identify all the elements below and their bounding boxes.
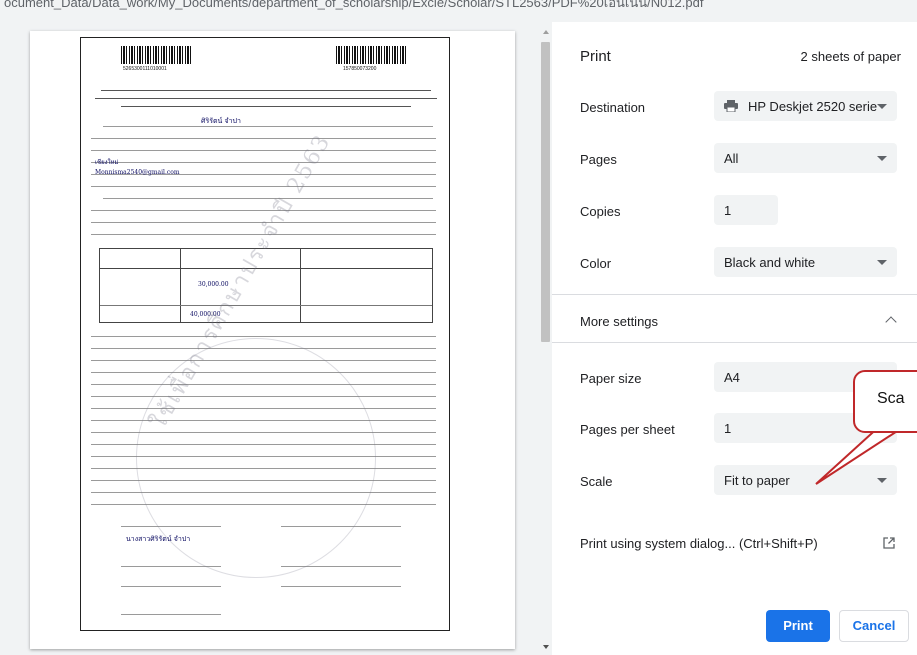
document-content: 5265300111010001 157850073200 ศิริรัตน์ … (80, 37, 450, 631)
signature-line (121, 614, 221, 615)
scrollbar-thumb[interactable] (541, 42, 550, 342)
paper-size-label: Paper size (580, 371, 642, 386)
table-row-divider (100, 305, 432, 306)
paper-size-value: A4 (724, 370, 740, 385)
color-value: Black and white (724, 255, 816, 270)
pages-label: Pages (580, 152, 617, 167)
callout-text: Sca (877, 390, 905, 407)
doc-line (103, 126, 433, 127)
copies-value: 1 (724, 203, 732, 218)
copies-input[interactable]: 1 (714, 195, 778, 225)
chevron-down-icon (877, 104, 887, 109)
destination-value: HP Deskjet 2520 serie (748, 99, 878, 114)
barcode-right (336, 46, 406, 64)
barcode-left (121, 46, 191, 64)
doc-line (91, 150, 436, 151)
cancel-button[interactable]: Cancel (839, 610, 909, 642)
doc-heading-line-1 (101, 90, 431, 91)
preview-page: 5265300111010001 157850073200 ศิริรัตน์ … (30, 31, 515, 649)
table-col-divider (180, 249, 181, 322)
doc-heading-line-3 (121, 106, 411, 107)
handwritten-district: เชียงใหม่ (95, 159, 119, 166)
divider (552, 294, 917, 295)
system-dialog-link[interactable]: Print using system dialog... (Ctrl+Shift… (580, 536, 818, 551)
print-settings-panel: Print 2 sheets of paper Destination HP D… (552, 22, 917, 655)
pages-per-sheet-value: 1 (724, 421, 732, 436)
doc-line (91, 138, 436, 139)
barcode-right-number: 157850073200 (343, 66, 377, 72)
destination-select[interactable]: HP Deskjet 2520 serie (714, 91, 897, 121)
signature-line (121, 586, 221, 587)
address-bar[interactable]: ocument_Data/Data_work/My_Documents/depa… (0, 0, 917, 22)
scale-label: Scale (580, 474, 613, 489)
address-text: ocument_Data/Data_work/My_Documents/depa… (4, 0, 704, 10)
print-preview-area: 5265300111010001 157850073200 ศิริรัตน์ … (0, 22, 540, 655)
doc-line (91, 162, 436, 163)
barcode-left-number: 5265300111010001 (123, 66, 167, 72)
doc-heading-line-2 (95, 98, 437, 99)
scroll-up-arrow-icon[interactable] (543, 30, 549, 34)
printer-icon (724, 100, 738, 112)
destination-label: Destination (580, 100, 646, 115)
scale-value: Fit to paper (724, 473, 790, 488)
scroll-down-arrow-icon[interactable] (543, 645, 549, 649)
open-in-new-icon[interactable] (883, 537, 895, 549)
chevron-down-icon (877, 260, 887, 265)
sheets-count: 2 sheets of paper (800, 49, 901, 64)
print-button[interactable]: Print (766, 610, 830, 642)
color-select[interactable]: Black and white (714, 247, 897, 277)
callout-annotation: Sca (853, 370, 917, 433)
pages-per-sheet-label: Pages per sheet (580, 422, 675, 437)
pages-select[interactable]: All (714, 143, 897, 173)
signature-line (281, 586, 401, 587)
panel-title: Print (580, 48, 611, 65)
handwritten-name: ศิริรัตน์ จำปา (201, 117, 241, 125)
doc-line (91, 186, 436, 187)
pages-value: All (724, 151, 739, 166)
color-label: Color (580, 256, 612, 271)
divider (552, 342, 917, 343)
chevron-down-icon (877, 156, 887, 161)
handwritten-email: Monnisma2540@gmail.com (95, 169, 180, 176)
table-col-divider (300, 249, 301, 322)
doc-line (91, 336, 436, 337)
more-settings-toggle[interactable]: More settings (580, 314, 658, 329)
copies-label: Copies (580, 204, 621, 219)
chevron-up-icon[interactable] (885, 316, 897, 328)
